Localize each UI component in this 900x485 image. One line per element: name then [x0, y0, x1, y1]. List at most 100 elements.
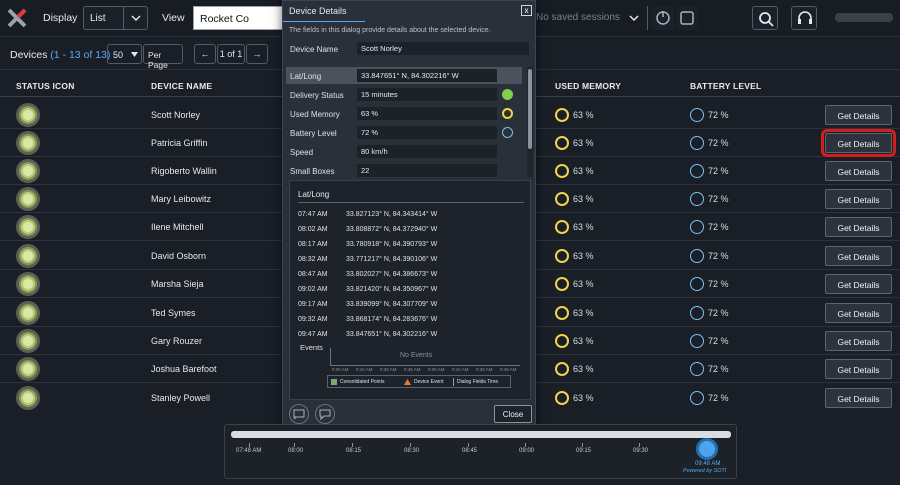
used-memory-value: 63 % — [573, 138, 594, 148]
timeline-tick — [294, 443, 295, 447]
memory-status-icon — [555, 277, 569, 291]
battery-status-icon — [690, 192, 704, 206]
battery-level-value: 72 % — [357, 126, 497, 139]
memory-status-icon — [555, 192, 569, 206]
consolidated-points-swatch — [331, 379, 337, 385]
powered-by-text: Powered by SOTI — [683, 468, 727, 474]
latlong-coord: 33.839099° N, 84.307709° W — [346, 301, 438, 308]
chat-icon[interactable] — [315, 404, 335, 424]
display-label: Display — [43, 12, 78, 24]
timeline-track[interactable] — [231, 431, 731, 438]
event-tick: 8:15 AM — [356, 367, 373, 372]
column-header-device-name[interactable]: DEVICE NAME — [151, 81, 212, 91]
memory-status-dot — [502, 108, 513, 119]
memory-status-icon — [555, 136, 569, 150]
timeline-tick — [639, 443, 640, 447]
get-details-button[interactable]: Get Details — [825, 105, 892, 125]
battery-status-icon — [690, 164, 704, 178]
next-page-button[interactable]: → — [246, 44, 268, 64]
get-details-button[interactable]: Get Details — [825, 161, 892, 181]
device-name-value: Scott Norley — [357, 42, 529, 55]
event-tick: 8:00 AM — [332, 367, 349, 372]
per-page-button[interactable]: Per Page — [143, 44, 183, 70]
device-name: Ilene Mitchell — [151, 222, 204, 232]
get-details-button[interactable]: Get Details — [825, 189, 892, 209]
devices-range: (1 - 13 of 13) — [50, 49, 111, 61]
column-header-used-memory[interactable]: USED MEMORY — [555, 81, 621, 91]
latlong-time: 09:47 AM — [298, 331, 328, 338]
get-details-button[interactable]: Get Details — [821, 129, 896, 157]
latlong-time: 08:32 AM — [298, 256, 328, 263]
get-details-button[interactable]: Get Details — [825, 303, 892, 323]
per-page-select[interactable]: 50 — [107, 44, 142, 64]
display-select[interactable]: List — [83, 6, 148, 30]
get-details-button[interactable]: Get Details — [825, 246, 892, 266]
triangle-icon — [404, 379, 411, 385]
speed-label: Speed — [290, 148, 314, 157]
used-memory-label: Used Memory — [290, 110, 340, 119]
latlong-time: 07:47 AM — [298, 211, 328, 218]
device-name: Stanley Powell — [151, 393, 211, 403]
prev-page-button[interactable]: ← — [194, 44, 216, 64]
delivery-status-label: Delivery Status — [290, 91, 344, 100]
view-input[interactable]: Rocket Co — [193, 6, 285, 30]
scrollbar-thumb[interactable] — [528, 69, 532, 149]
status-icon — [16, 244, 40, 268]
saved-sessions-placeholder: No saved sessions — [536, 12, 620, 23]
battery-level-value: 72 % — [708, 194, 729, 204]
chevron-down-icon[interactable] — [628, 12, 640, 24]
title-underline — [283, 21, 365, 22]
latlong-coord: 33.821420° N, 84.350967° W — [346, 286, 438, 293]
column-header-battery-level[interactable]: BATTERY LEVEL — [690, 81, 761, 91]
status-icon — [16, 159, 40, 183]
stop-icon[interactable] — [676, 6, 698, 30]
chevron-down-icon — [123, 7, 147, 29]
timeline-label: 09:15 — [576, 448, 592, 454]
get-details-button[interactable]: Get Details — [825, 331, 892, 351]
battery-status-dot — [502, 127, 513, 138]
delivery-status-value: 15 minutes — [357, 88, 497, 101]
get-details-button[interactable]: Get Details — [825, 359, 892, 379]
used-memory-value: 63 % — [357, 107, 497, 120]
battery-status-icon — [690, 108, 704, 122]
power-icon[interactable] — [652, 6, 674, 30]
per-page-value: 50 — [113, 50, 124, 60]
device-name-label: Device Name — [290, 45, 339, 54]
status-icon — [16, 215, 40, 239]
close-icon[interactable]: x — [521, 5, 532, 16]
latlong-time: 09:17 AM — [298, 301, 328, 308]
device-name: Scott Norley — [151, 110, 201, 120]
latlong-coord: 33.847651° N, 84.302216° W — [346, 331, 438, 338]
view-label: View — [162, 12, 185, 24]
cast-icon[interactable] — [289, 404, 309, 424]
device-name: Gary Rouzer — [151, 336, 203, 346]
close-button[interactable]: Close — [494, 405, 532, 423]
timeline-handle[interactable] — [699, 441, 715, 457]
timeline-panel: 07:48 AM 08:00 08:15 08:30 08:45 09:00 0… — [224, 424, 737, 479]
app-logo-icon — [7, 8, 27, 28]
event-tick: 9:00 AM — [428, 367, 445, 372]
legend-device-event: Device Event — [414, 379, 444, 385]
get-details-button[interactable]: Get Details — [825, 388, 892, 408]
status-icon — [16, 301, 40, 325]
battery-level-value: 72 % — [708, 166, 729, 176]
timeline-label: 08:45 — [462, 448, 478, 454]
used-memory-value: 63 % — [573, 364, 594, 374]
battery-status-icon — [690, 249, 704, 263]
dialog-fields-time-swatch — [453, 378, 454, 386]
timeline-label: 08:30 — [404, 448, 420, 454]
support-button[interactable] — [791, 6, 817, 30]
get-details-button[interactable]: Get Details — [825, 274, 892, 294]
devices-count: Devices (1 - 13 of 13) — [10, 49, 110, 61]
timeline-label: 09:00 — [519, 448, 535, 454]
get-details-button[interactable]: Get Details — [825, 217, 892, 237]
search-button[interactable] — [752, 6, 778, 30]
timeline-label: 08:00 — [288, 448, 304, 454]
latlong-coord: 33.827123° N, 84.343414° W — [346, 211, 438, 218]
device-name: Mary Leibowitz — [151, 194, 212, 204]
column-header-status[interactable]: STATUS ICON — [16, 81, 75, 91]
battery-status-icon — [690, 136, 704, 150]
user-menu[interactable] — [835, 13, 893, 22]
status-icon — [16, 131, 40, 155]
dialog-description: The fields in this dialog provide detail… — [289, 27, 491, 34]
